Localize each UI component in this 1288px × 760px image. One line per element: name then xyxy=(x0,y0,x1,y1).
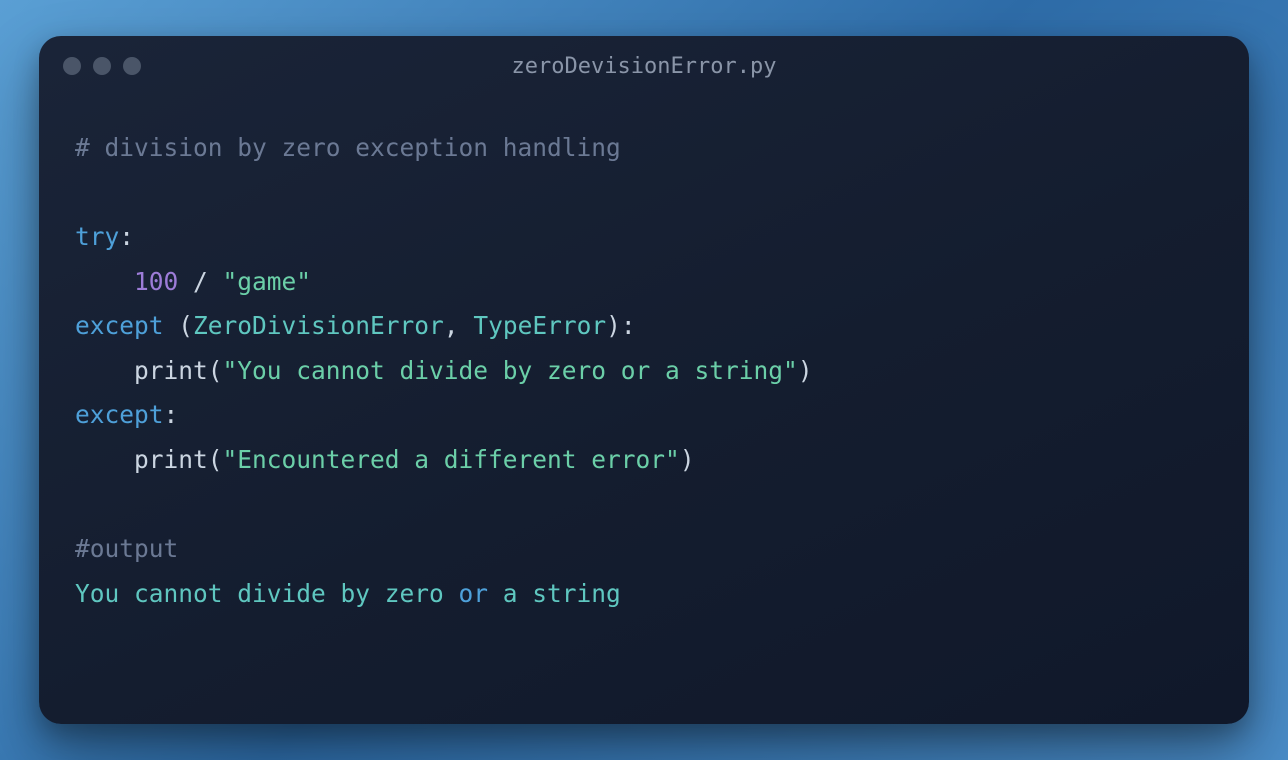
colon: : xyxy=(119,222,134,251)
code-comment: #output xyxy=(75,534,178,563)
window-title: zeroDevisionError.py xyxy=(39,54,1249,79)
number-literal: 100 xyxy=(134,267,178,296)
indent xyxy=(75,445,134,474)
call-close: ) xyxy=(680,445,695,474)
colon: : xyxy=(164,400,179,429)
call-open: ( xyxy=(208,445,223,474)
builtin-print: print xyxy=(134,445,208,474)
paren-close: ) xyxy=(606,311,621,340)
code-comment: # division by zero exception handling xyxy=(75,133,621,162)
paren-open: ( xyxy=(164,311,194,340)
string-literal: "game" xyxy=(223,267,312,296)
colon: : xyxy=(621,311,636,340)
maximize-dot-icon[interactable] xyxy=(123,57,141,75)
window-titlebar: zeroDevisionError.py xyxy=(39,36,1249,96)
output-text: or xyxy=(459,579,489,608)
keyword-try: try xyxy=(75,222,119,251)
operator-divide: / xyxy=(178,267,222,296)
keyword-except: except xyxy=(75,311,164,340)
code-editor-window: zeroDevisionError.py # division by zero … xyxy=(39,36,1249,724)
string-literal: "Encountered a different error" xyxy=(223,445,680,474)
call-open: ( xyxy=(208,356,223,385)
type-name: ZeroDivisionError xyxy=(193,311,444,340)
output-text: You cannot divide by zero xyxy=(75,579,459,608)
minimize-dot-icon[interactable] xyxy=(93,57,111,75)
indent xyxy=(75,356,134,385)
keyword-except: except xyxy=(75,400,164,429)
output-text: a string xyxy=(488,579,621,608)
call-close: ) xyxy=(798,356,813,385)
close-dot-icon[interactable] xyxy=(63,57,81,75)
string-literal: "You cannot divide by zero or a string" xyxy=(223,356,798,385)
window-controls xyxy=(63,57,141,75)
indent xyxy=(75,267,134,296)
comma: , xyxy=(444,311,474,340)
type-name: TypeError xyxy=(473,311,606,340)
builtin-print: print xyxy=(134,356,208,385)
code-editor[interactable]: # division by zero exception handling tr… xyxy=(39,96,1249,646)
